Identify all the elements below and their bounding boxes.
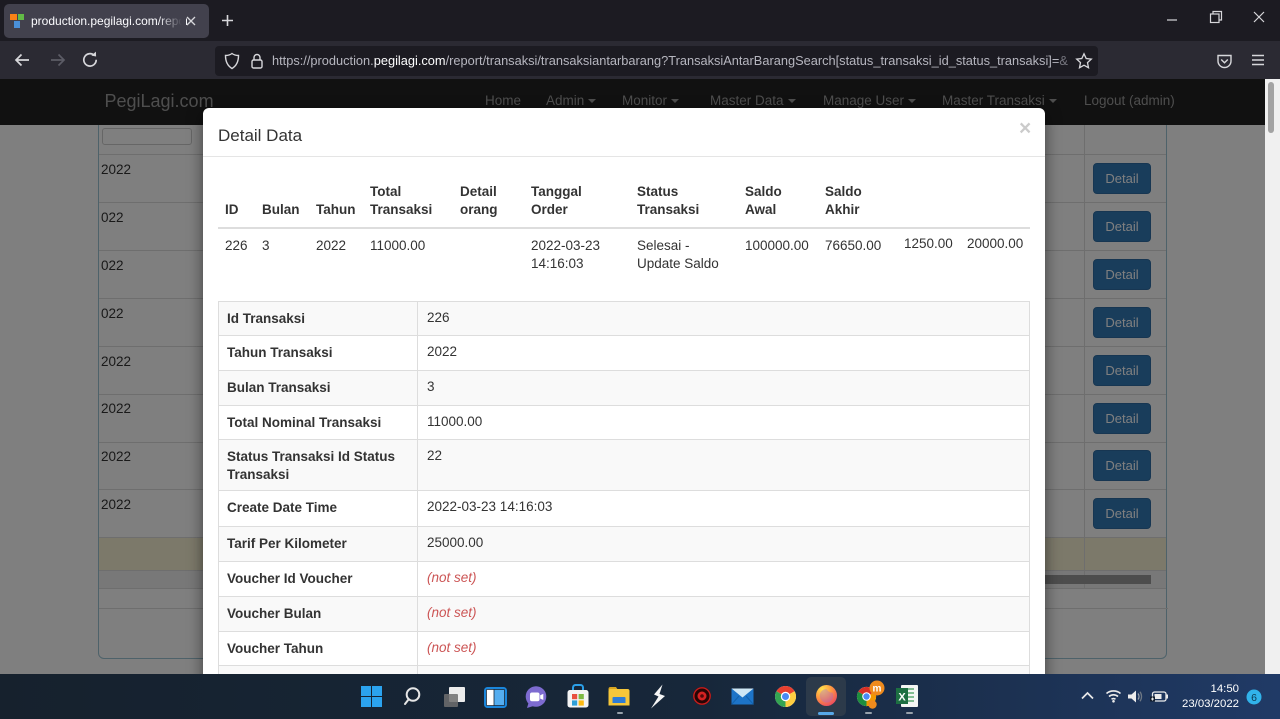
svg-text:6: 6 <box>1251 692 1257 704</box>
svg-text:m: m <box>873 684 882 695</box>
svg-text:X: X <box>898 692 906 704</box>
